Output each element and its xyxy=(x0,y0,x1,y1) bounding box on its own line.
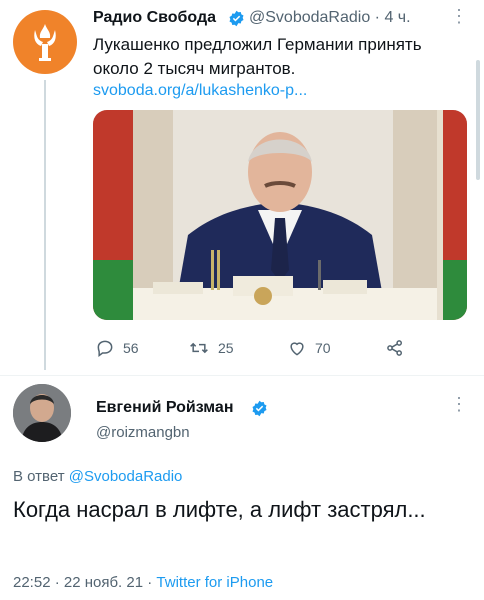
like-action[interactable]: 70 xyxy=(287,338,331,358)
verified-badge-icon xyxy=(229,10,244,27)
author-handle-and-time: @SvobodaRadio · 4 ч. xyxy=(249,9,411,27)
author-handle[interactable]: @SvobodaRadio xyxy=(249,9,370,26)
tweet-time[interactable]: · 4 ч. xyxy=(375,9,411,26)
tweet-meta: 22:52 · 22 нояб. 21 · Twitter for iPhone xyxy=(13,574,273,591)
avatar-radio-svoboda[interactable] xyxy=(13,10,77,74)
more-dots-icon[interactable]: ⋮ xyxy=(450,394,468,415)
radio-svoboda-logo xyxy=(34,24,56,61)
more-dots-icon[interactable]: ⋮ xyxy=(450,6,468,27)
timestamp[interactable]: 22:52 · 22 нояб. 21 · xyxy=(13,574,152,591)
scrollbar[interactable] xyxy=(476,60,480,180)
tweet-text: Лукашенко предложил Германии принять око… xyxy=(93,35,422,78)
like-count: 70 xyxy=(315,340,331,356)
tweet-text: Когда насрал в лифте, а лифт застрял... xyxy=(13,497,426,522)
avatar-photo xyxy=(13,384,71,442)
author-name[interactable]: Евгений Ройзман xyxy=(96,399,233,417)
reply-prefix: В ответ xyxy=(13,468,65,485)
reply-count: 56 xyxy=(123,340,139,356)
reply-handle-link[interactable]: @SvobodaRadio xyxy=(69,468,183,485)
article-link[interactable]: svoboda.org/a/lukashenko-p... xyxy=(93,82,307,100)
avatar-roizman[interactable] xyxy=(13,384,71,442)
like-icon xyxy=(290,342,304,356)
retweet-action[interactable]: 25 xyxy=(188,338,234,358)
tweet-photo[interactable] xyxy=(93,110,467,320)
photo-illustration xyxy=(93,110,467,320)
divider xyxy=(0,375,484,376)
source-link[interactable]: Twitter for iPhone xyxy=(156,574,273,591)
reply-action[interactable]: 56 xyxy=(95,338,139,358)
share-icon xyxy=(387,340,402,356)
reply-context: В ответ @SvobodaRadio xyxy=(13,468,182,485)
reply-icon xyxy=(97,340,113,357)
verified-badge-icon xyxy=(252,400,267,417)
thread-line xyxy=(44,80,46,370)
author-name[interactable]: Радио Свобода xyxy=(93,9,216,27)
share-action[interactable] xyxy=(385,338,405,358)
author-handle[interactable]: @roizmangbn xyxy=(96,424,190,441)
retweet-icon xyxy=(190,342,208,354)
retweet-count: 25 xyxy=(218,340,234,356)
